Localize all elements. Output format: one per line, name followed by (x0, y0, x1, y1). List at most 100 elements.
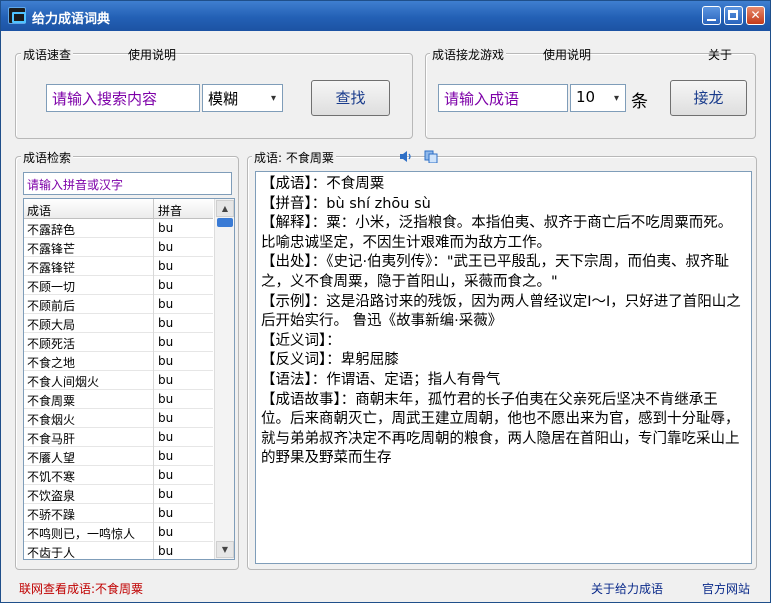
list-item[interactable]: 不顾一切 bu (24, 276, 213, 295)
list-item[interactable]: 不露锋铓 bu (24, 257, 213, 276)
list-item-idiom: 不食周粟 (27, 394, 76, 408)
quick-search-help-link[interactable]: 使用说明 (128, 46, 176, 63)
list-item-idiom: 不顾大局 (27, 318, 76, 332)
column-header-idiom[interactable]: 成语 (27, 202, 51, 219)
list-item-idiom: 不饮盗泉 (27, 489, 76, 503)
list-item-pinyin: bu (158, 525, 174, 539)
chain-game-group-label: 成语接龙游戏 (430, 46, 507, 63)
list-item[interactable]: 不食之地 bu (24, 352, 213, 371)
list-item-pinyin: bu (158, 316, 174, 330)
list-item-idiom: 不食人间烟火 (27, 375, 100, 389)
row-divider (153, 447, 154, 466)
maximize-button[interactable] (724, 6, 743, 25)
row-divider (153, 219, 154, 238)
detail-line: 【反义词】：卑躬屈膝 (261, 352, 399, 369)
list-item-idiom: 不顾一切 (27, 280, 76, 294)
list-item-idiom: 不顾前后 (27, 299, 76, 313)
chain-count-select[interactable]: 10 ▾ (570, 84, 626, 112)
list-item[interactable]: 不食周粟 bu (24, 390, 213, 409)
list-item-idiom: 不食烟火 (27, 413, 76, 427)
online-lookup-link[interactable]: 联网查看成语:不食周粟 (19, 580, 143, 597)
row-divider (153, 314, 154, 333)
list-item[interactable]: 不食马肝 bu (24, 428, 213, 447)
chain-count-value: 10 (576, 88, 596, 106)
list-item[interactable]: 不顾大局 bu (24, 314, 213, 333)
search-button[interactable]: 查找 (311, 80, 390, 116)
official-website-link[interactable]: 官方网站 (702, 580, 750, 597)
row-divider (153, 428, 154, 447)
title-bar[interactable]: 给力成语词典 ✕ (1, 1, 770, 31)
close-button[interactable]: ✕ (746, 6, 765, 25)
detail-line: 【近义词】： (261, 332, 341, 349)
row-divider (153, 371, 154, 390)
detail-line: 【解释】：粟：小米，泛指粮食。本指伯夷、叔齐于商亡后不吃周粟而死。比喻忠诚坚定，… (261, 215, 733, 251)
list-item-pinyin: bu (158, 430, 174, 444)
list-item-pinyin: bu (158, 240, 174, 254)
list-item[interactable]: 不露辞色 bu (24, 219, 213, 238)
list-item-pinyin: bu (158, 297, 174, 311)
scroll-up-icon[interactable]: ▲ (216, 200, 234, 217)
filter-input[interactable]: 请输入拼音或汉字 (23, 172, 232, 195)
detail-line: 【成语】：不食周粟 (261, 176, 385, 192)
list-item[interactable]: 不食人间烟火 bu (24, 371, 213, 390)
row-divider (153, 523, 154, 542)
list-item-pinyin: bu (158, 487, 174, 501)
column-divider[interactable] (153, 199, 154, 219)
list-item[interactable]: 不饥不寒 bu (24, 466, 213, 485)
row-divider (153, 504, 154, 523)
app-window: 给力成语词典 ✕ 成语速查 使用说明 请输入搜索内容 模糊 ▾ 查找 成语接龙游… (0, 0, 771, 603)
list-item-idiom: 不露锋芒 (27, 242, 76, 256)
list-item-pinyin: bu (158, 544, 174, 558)
list-item[interactable]: 不齿于人 bu (24, 542, 213, 559)
list-item[interactable]: 不骄不躁 bu (24, 504, 213, 523)
quick-search-group-label: 成语速查 (21, 46, 74, 63)
search-input[interactable]: 请输入搜索内容 (46, 84, 200, 112)
row-divider (153, 238, 154, 257)
minimize-button[interactable] (702, 6, 721, 25)
detail-line: 【成语故事】：商朝末年，孤竹君的长子伯夷在父亲死后坚决不肯继承王位。后来商朝灭亡… (261, 391, 740, 467)
detail-line: 【出处】：《史记·伯夷列传》："武王已平殷乱，天下宗周，而伯夷、叔齐耻之，义不食… (261, 254, 730, 290)
list-item[interactable]: 不食烟火 bu (24, 409, 213, 428)
retrieval-group-label: 成语检索 (21, 149, 74, 166)
speaker-icon[interactable] (399, 150, 413, 163)
detail-line: 【示例】：这是沿路讨来的残饭，因为两人曾经议定I～I，只好进了首阳山之后开始实行… (261, 293, 741, 330)
match-mode-select[interactable]: 模糊 ▾ (202, 84, 283, 112)
chain-button[interactable]: 接龙 (670, 80, 747, 116)
list-rows: 不露辞色 bu 不露锋芒 bu 不露锋铓 bu 不顾一切 bu 不顾前后 bu 不顾大局 bu 不顾死活… (24, 219, 213, 559)
detail-line: 【拼音】：bù shí zhōu sù (261, 195, 431, 212)
list-item-pinyin: bu (158, 335, 174, 349)
row-divider (153, 409, 154, 428)
detail-group-label: 成语: 不食周粟 (252, 149, 336, 166)
scroll-thumb[interactable] (217, 218, 233, 227)
list-item-pinyin: bu (158, 278, 174, 292)
column-header-pinyin[interactable]: 拼音 (158, 202, 182, 219)
window-title: 给力成语词典 (32, 12, 111, 27)
scroll-down-icon[interactable]: ▼ (216, 541, 234, 558)
row-divider (153, 542, 154, 559)
list-item[interactable]: 不露锋芒 bu (24, 238, 213, 257)
list-item[interactable]: 不鸣则已，一鸣惊人 bu (24, 523, 213, 542)
list-item[interactable]: 不饮盗泉 bu (24, 485, 213, 504)
list-item-idiom: 不鸣则已，一鸣惊人 (27, 527, 136, 541)
row-divider (153, 485, 154, 504)
row-divider (153, 295, 154, 314)
list-item[interactable]: 不顾死活 bu (24, 333, 213, 352)
list-item[interactable]: 不顾前后 bu (24, 295, 213, 314)
list-item-pinyin: bu (158, 354, 174, 368)
list-item-pinyin: bu (158, 506, 174, 520)
row-divider (153, 352, 154, 371)
detail-line: 【语法】：作谓语、定语；指人有骨气 (261, 371, 501, 388)
list-scrollbar[interactable]: ▲ ▼ (214, 199, 234, 559)
list-item-pinyin: bu (158, 221, 174, 235)
idiom-chain-input[interactable]: 请输入成语 (438, 84, 568, 112)
idiom-list[interactable]: 成语 拼音 不露辞色 bu 不露锋芒 bu 不露锋铓 bu 不顾一切 bu 不顾前后 bu 不顾大局… (23, 198, 235, 560)
list-item-pinyin: bu (158, 449, 174, 463)
copy-icon[interactable] (424, 150, 438, 163)
about-app-link[interactable]: 关于给力成语 (591, 580, 663, 597)
list-item-idiom: 不食之地 (27, 356, 76, 370)
idiom-detail-text[interactable]: 【成语】：不食周粟【拼音】：bù shí zhōu sù 【解释】：粟：小米，泛指… (255, 171, 752, 564)
list-item-pinyin: bu (158, 392, 174, 406)
chain-game-help-link[interactable]: 使用说明 (543, 46, 591, 63)
list-item[interactable]: 不餍人望 bu (24, 447, 213, 466)
about-link[interactable]: 关于 (708, 46, 732, 63)
